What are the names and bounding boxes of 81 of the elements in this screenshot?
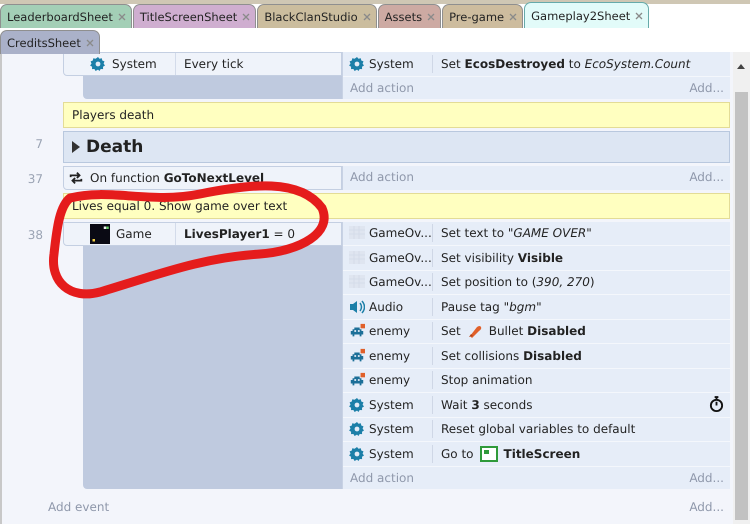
action-row[interactable]: enemy Set Bullet Disabled (343, 320, 730, 344)
sheet-tab[interactable]: Gameplay2Sheet (524, 2, 650, 28)
action-row[interactable]: enemy Set collisions Disabled (343, 344, 730, 368)
action-text: Set visibility Visible (441, 250, 564, 265)
action-text: Go to (441, 446, 474, 461)
action-text: Set (441, 324, 461, 338)
object-name: System (112, 57, 157, 71)
layout-icon (480, 446, 498, 462)
line-number: 38 (28, 228, 43, 242)
close-icon[interactable] (426, 12, 436, 22)
event-comment[interactable]: Players death (63, 102, 730, 128)
action-row[interactable]: System Wait 3 seconds (343, 393, 730, 418)
gear-icon (349, 56, 365, 72)
gear-icon (349, 421, 365, 438)
event-group[interactable]: Death (63, 130, 730, 162)
action-row[interactable]: enemy Stop animation (343, 368, 730, 393)
object-name: enemy (369, 373, 410, 388)
object-name: System (369, 56, 414, 71)
action-text: Reset global variables to default (441, 422, 636, 436)
event-comment[interactable]: Lives equal 0. Show game over text (63, 192, 730, 218)
condition-text: Every tick (183, 57, 244, 71)
close-icon[interactable] (508, 12, 518, 22)
action-text: Set text to "GAME OVER" (441, 226, 592, 240)
action-row[interactable]: System Reset global variables to default (343, 418, 730, 442)
object-name: Audio (369, 300, 404, 314)
scroll-up-icon[interactable] (737, 64, 745, 69)
sheet-tab[interactable]: Assets (378, 4, 442, 28)
condition-text: On function GoToNextLevel (89, 170, 264, 184)
condition-row[interactable]: System Every tick (63, 52, 342, 76)
action-text: Wait 3 seconds (441, 398, 533, 412)
condition-row[interactable]: On function GoToNextLevel (63, 166, 342, 190)
scrollbar[interactable] (733, 52, 750, 524)
line-number: 7 (35, 136, 43, 150)
object-name: System (369, 398, 414, 412)
close-icon[interactable] (84, 38, 95, 48)
gear-icon (349, 396, 365, 413)
action-text: Set EcosDestroyed to EcoSystem.Count (441, 56, 690, 71)
sheet-tab[interactable]: BlackClanStudio (257, 4, 377, 28)
close-icon[interactable] (116, 12, 127, 22)
group-title: Death (86, 136, 144, 156)
action-row[interactable]: Audio Pause tag "bgm" (343, 295, 730, 320)
speaker-icon (349, 298, 365, 315)
close-icon[interactable] (634, 10, 644, 20)
action-row[interactable]: GameOv... Set visibility Visible (343, 246, 730, 270)
expand-arrow-icon[interactable] (72, 140, 80, 152)
condition-row[interactable]: Game LivesPlayer1 = 0 (63, 222, 342, 246)
gear-icon (349, 446, 365, 462)
action-row[interactable]: GameOv... Set text to "GAME OVER" (343, 222, 730, 246)
sheet-tab[interactable]: Pre-game (442, 4, 524, 28)
game-icon (90, 224, 110, 244)
action-row[interactable]: System Go to TitleScreen (343, 442, 730, 466)
condition-text: LivesPlayer1 = 0 (183, 226, 296, 240)
object-name: System (369, 446, 414, 461)
object-name: GameOv... (369, 226, 432, 240)
object-name: GameOv... (369, 275, 432, 290)
object-name: enemy (369, 324, 410, 338)
action-text: Pause tag "bgm" (441, 300, 542, 314)
bullet-icon (466, 323, 483, 340)
invader-icon (349, 372, 365, 388)
invader-icon (349, 323, 365, 340)
sheet-tab[interactable]: CreditsSheet (0, 30, 100, 54)
object-name: GameOv... (369, 250, 432, 265)
object-name: enemy (369, 348, 410, 363)
action-row[interactable]: System Set EcosDestroyed to EcoSystem.Count (343, 52, 730, 76)
line-number: 37 (28, 172, 43, 186)
action-text: Set collisions Disabled (441, 348, 582, 363)
invader-icon (349, 348, 365, 364)
action-text: Set position to (390, 270) (441, 275, 595, 290)
loop-arrows-icon (68, 170, 84, 186)
sheet-tab[interactable]: TitleScreenSheet (132, 4, 256, 28)
scrollbar-thumb[interactable] (735, 92, 748, 520)
close-icon[interactable] (362, 12, 372, 22)
action-row[interactable]: GameOv... Set position to (390, 270) (343, 270, 730, 295)
action-text: TitleScreen (504, 446, 580, 461)
object-name: System (369, 422, 414, 436)
action-text: Bullet Disabled (488, 324, 586, 338)
close-icon[interactable] (241, 12, 252, 22)
object-name: Game (116, 226, 152, 240)
action-text: Stop animation (441, 373, 532, 388)
sheet-tab[interactable]: LeaderboardSheet (0, 4, 132, 28)
gear-icon (90, 56, 106, 72)
